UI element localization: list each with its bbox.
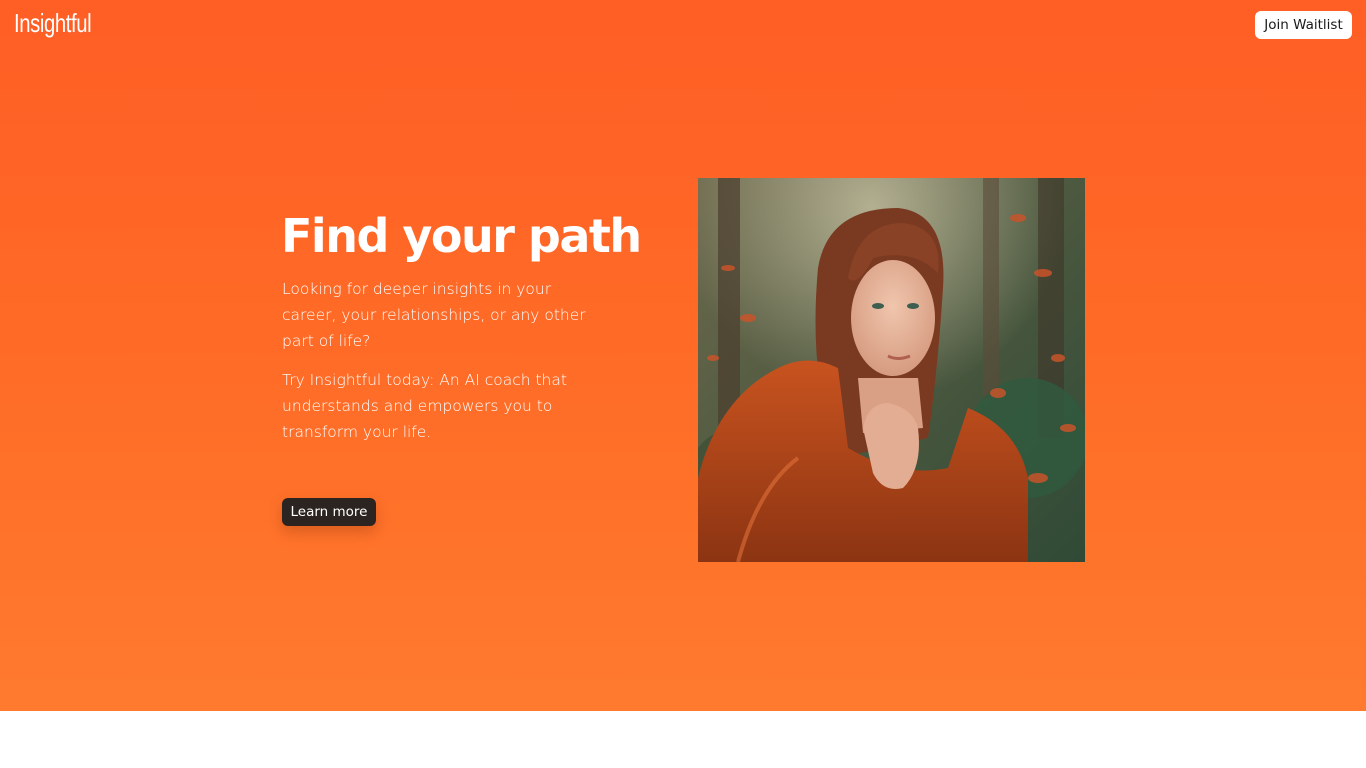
hero-headline: Find your path [281, 209, 642, 263]
learn-more-button[interactable]: Learn more [282, 498, 376, 526]
hero-paragraph-1: Looking for deeper insights in your care… [282, 280, 586, 350]
hero-section: Insightful Join Waitlist Find your path … [0, 0, 1366, 711]
woman-forest-photo [698, 178, 1085, 562]
hero-paragraph-2: Try Insightful today: An AI coach that u… [282, 371, 567, 441]
join-waitlist-button[interactable]: Join Waitlist [1255, 11, 1352, 39]
hero-image [698, 178, 1085, 562]
logo[interactable]: Insightful [14, 8, 92, 39]
